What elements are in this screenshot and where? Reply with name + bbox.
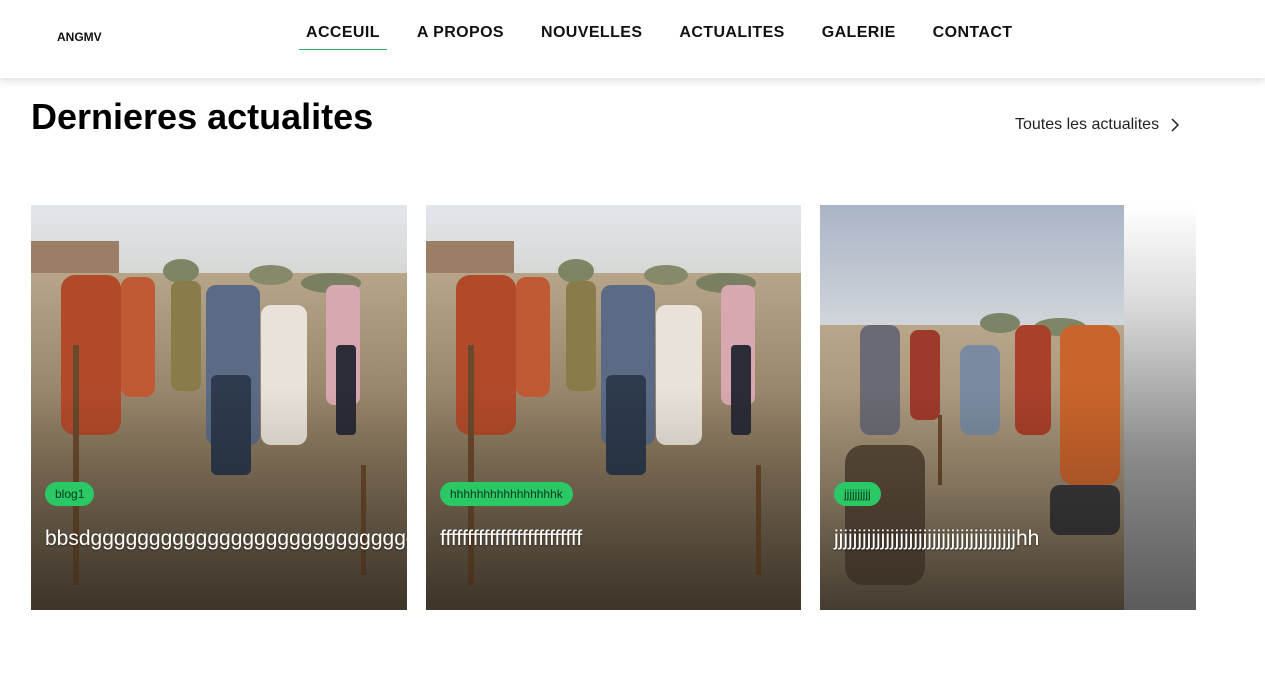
section-title: Dernieres actualites [31, 96, 374, 137]
nav-item-actualites[interactable]: ACTUALITES [672, 0, 791, 50]
carousel-next-card-peek[interactable] [1124, 205, 1196, 610]
card-title[interactable]: jjjjjjjjjjjjjjjjjjjjjjjjjjjjjjjjjjjjjjjh… [834, 527, 1039, 551]
main-nav: ACCEUIL A PROPOS NOUVELLES ACTUALITES GA… [299, 0, 1042, 78]
category-badge[interactable]: hhhhhhhhhhhhhhhhk [440, 482, 573, 506]
category-badge[interactable]: jjjjjjjjjj [834, 482, 881, 506]
nav-item-contact[interactable]: CONTACT [926, 0, 1020, 50]
nav-item-a-propos[interactable]: A PROPOS [410, 0, 511, 50]
nav-item-galerie[interactable]: GALERIE [815, 0, 903, 50]
news-card[interactable]: jjjjjjjjjj jjjjjjjjjjjjjjjjjjjjjjjjjjjjj… [820, 205, 1124, 610]
card-title[interactable]: bbsdgggggggggggggggggggggggggggg [45, 527, 407, 551]
nav-item-acceuil[interactable]: ACCEUIL [299, 0, 387, 50]
nav-item-nouvelles[interactable]: NOUVELLES [534, 0, 649, 50]
site-header: ANGMV ACCEUIL A PROPOS NOUVELLES ACTUALI… [0, 0, 1265, 78]
news-card[interactable]: hhhhhhhhhhhhhhhhk ffffffffffffffffffffff… [426, 205, 801, 610]
chevron-right-icon [1171, 118, 1180, 132]
news-card[interactable]: blog1 bbsdgggggggggggggggggggggggggggg [31, 205, 407, 610]
site-logo[interactable]: ANGMV [57, 30, 102, 44]
card-title[interactable]: ffffffffffffffffffffffffff [440, 527, 582, 551]
see-all-news-label: Toutes les actualites [1015, 116, 1160, 133]
see-all-news-link[interactable]: Toutes les actualites [1015, 116, 1180, 134]
category-badge[interactable]: blog1 [45, 482, 95, 506]
